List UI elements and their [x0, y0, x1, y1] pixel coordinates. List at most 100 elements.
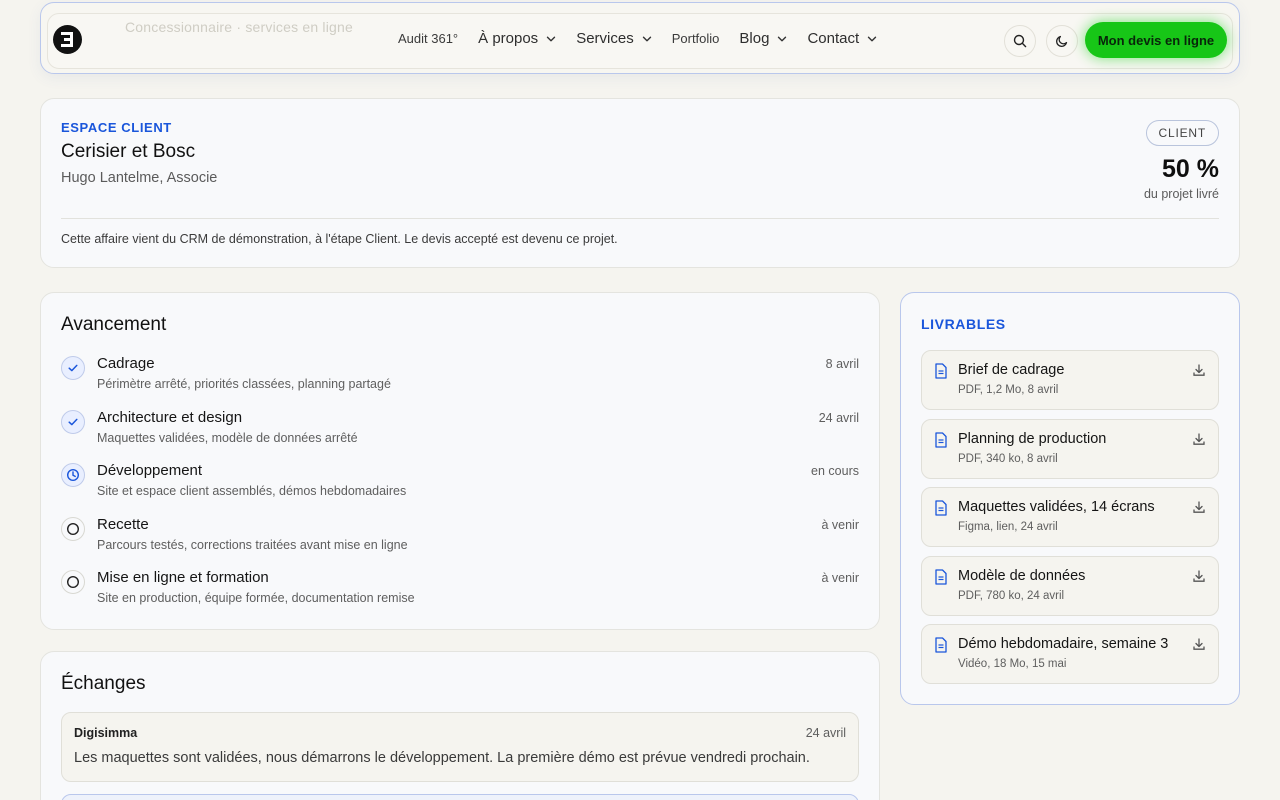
- client-status-badge: CLIENT: [1145, 120, 1219, 146]
- nav-item-label: Portfolio: [671, 31, 720, 46]
- deliverable-meta: Vidéo, 18 Mo, 15 mai: [958, 658, 1067, 670]
- brand-logo[interactable]: [53, 25, 82, 54]
- download-icon[interactable]: [1192, 637, 1206, 651]
- progress-step: Cadrage Périmètre arrêté, priorités clas…: [61, 355, 859, 405]
- deliverable-name: Brief de cadrage: [958, 362, 1065, 378]
- check-icon: [68, 364, 78, 372]
- nav-item-blog[interactable]: Blog: [739, 30, 787, 47]
- step-title: Développement: [97, 462, 203, 479]
- moon-icon: [1056, 35, 1068, 47]
- quote-cta-button[interactable]: Mon devis en ligne: [1085, 22, 1227, 58]
- message-item: Digisimma 24 avril Les maquettes sont va…: [61, 712, 859, 782]
- deliverable-meta: Figma, lien, 24 avril: [958, 521, 1058, 533]
- main-menu: Audit 361° À propos Services Portfolio B…: [398, 30, 877, 47]
- step-title: Architecture et design: [97, 409, 243, 426]
- step-description: Parcours testés, corrections traitées av…: [97, 538, 408, 552]
- download-icon[interactable]: [1192, 432, 1206, 446]
- step-date: 24 avril: [818, 411, 859, 425]
- step-title: Cadrage: [97, 355, 155, 372]
- deliverable-name: Démo hebdomadaire, semaine 3: [958, 636, 1169, 652]
- progress-caption: du projet livré: [1143, 187, 1219, 201]
- divider: [61, 218, 1219, 219]
- step-description: Site en production, équipe formée, docum…: [97, 591, 415, 605]
- nav-item-label: Contact: [807, 30, 860, 47]
- step-description: Périmètre arrêté, priorités classées, pl…: [97, 377, 391, 391]
- deliverables-card: LIVRABLES Brief de cadrage PDF, 1,2 Mo, …: [900, 292, 1240, 705]
- deliverable-item[interactable]: Modèle de données PDF, 780 ko, 24 avril: [921, 556, 1219, 616]
- download-icon[interactable]: [1192, 363, 1206, 377]
- step-title: Recette: [97, 516, 149, 533]
- progress-percentage: 50 %: [1162, 155, 1219, 183]
- document-icon: [935, 569, 947, 585]
- nav-item-label: Blog: [739, 30, 770, 47]
- nav-ghost-text: Concessionnaire · services en ligne: [125, 19, 353, 35]
- progress-step: Recette Parcours testés, corrections tra…: [61, 516, 859, 566]
- progress-step: Mise en ligne et formation Site en produ…: [61, 569, 859, 619]
- search-button[interactable]: [1004, 25, 1036, 57]
- document-icon: [935, 363, 947, 379]
- nav-item-contact[interactable]: Contact: [807, 30, 877, 47]
- step-status-todo: [61, 517, 85, 541]
- theme-toggle-button[interactable]: [1046, 25, 1078, 57]
- nav-item-portfolio[interactable]: Portfolio: [672, 31, 720, 46]
- deliverable-name: Maquettes validées, 14 écrans: [958, 499, 1155, 515]
- step-date: 8 avril: [825, 357, 859, 371]
- client-summary-card: ESPACE CLIENT Cerisier et Bosc Hugo Lant…: [40, 98, 1240, 268]
- progress-step: Architecture et design Maquettes validée…: [61, 409, 859, 459]
- deliverable-item[interactable]: Démo hebdomadaire, semaine 3 Vidéo, 18 M…: [921, 624, 1219, 684]
- nav-item-label: Audit 361°: [398, 31, 459, 46]
- document-icon: [935, 637, 947, 653]
- nav-item-a-propos[interactable]: À propos: [478, 30, 556, 47]
- chevron-down-icon: [642, 36, 651, 41]
- document-icon: [935, 432, 947, 448]
- deliverable-meta: PDF, 1,2 Mo, 8 avril: [958, 384, 1059, 396]
- step-status-todo: [61, 570, 85, 594]
- step-date: à venir: [821, 571, 859, 585]
- message-date: 24 avril: [805, 726, 846, 740]
- deliverable-item[interactable]: Maquettes validées, 14 écrans Figma, lie…: [921, 487, 1219, 547]
- client-contact: Hugo Lantelme, Associe: [61, 170, 218, 186]
- deliverable-meta: PDF, 340 ko, 8 avril: [958, 453, 1058, 465]
- nav-item-audit[interactable]: Audit 361°: [398, 31, 458, 46]
- top-navigation: Concessionnaire · services en ligne Audi…: [40, 2, 1240, 74]
- deliverable-item[interactable]: Planning de production PDF, 340 ko, 8 av…: [921, 419, 1219, 479]
- progress-step: Développement Site et espace client asse…: [61, 462, 859, 512]
- step-status-in-progress: [61, 463, 85, 487]
- circle-icon: [66, 575, 80, 589]
- chevron-down-icon: [867, 36, 877, 41]
- deliverable-name: Planning de production: [958, 431, 1107, 447]
- deliverables-title: LIVRABLES: [921, 316, 1006, 332]
- exchanges-card: Échanges Digisimma 24 avril Les maquette…: [40, 651, 880, 800]
- step-description: Site et espace client assemblés, démos h…: [97, 484, 407, 498]
- search-icon: [1013, 34, 1027, 48]
- download-icon[interactable]: [1192, 500, 1206, 514]
- client-eyebrow: ESPACE CLIENT: [61, 120, 172, 135]
- check-icon: [68, 418, 78, 426]
- clock-icon: [66, 468, 80, 482]
- deliverable-name: Modèle de données: [958, 568, 1086, 584]
- exchanges-title: Échanges: [61, 673, 146, 694]
- chevron-down-icon: [546, 36, 556, 41]
- circle-icon: [66, 522, 80, 536]
- message-text: Les maquettes sont validées, nous démarr…: [74, 750, 810, 766]
- step-title: Mise en ligne et formation: [97, 569, 269, 586]
- step-status-done: [61, 410, 85, 434]
- step-date: à venir: [821, 518, 859, 532]
- deliverable-item[interactable]: Brief de cadrage PDF, 1,2 Mo, 8 avril: [921, 350, 1219, 410]
- chevron-down-icon: [778, 36, 787, 41]
- nav-item-label: Services: [576, 30, 634, 47]
- message-author: Digisimma: [74, 726, 138, 740]
- document-icon: [935, 500, 947, 516]
- progress-title: Avancement: [61, 314, 167, 335]
- client-note: Cette affaire vient du CRM de démonstrat…: [61, 232, 618, 246]
- deliverable-meta: PDF, 780 ko, 24 avril: [958, 590, 1065, 602]
- message-item: [61, 794, 859, 800]
- step-description: Maquettes validées, modèle de données ar…: [97, 431, 358, 445]
- download-icon[interactable]: [1192, 569, 1206, 583]
- step-date: en cours: [811, 464, 859, 478]
- progress-card: Avancement Cadrage Périmètre arrêté, pri…: [40, 292, 880, 630]
- step-status-done: [61, 356, 85, 380]
- client-company-name: Cerisier et Bosc: [61, 141, 196, 162]
- nav-item-label: À propos: [478, 30, 539, 47]
- nav-item-services[interactable]: Services: [576, 30, 652, 47]
